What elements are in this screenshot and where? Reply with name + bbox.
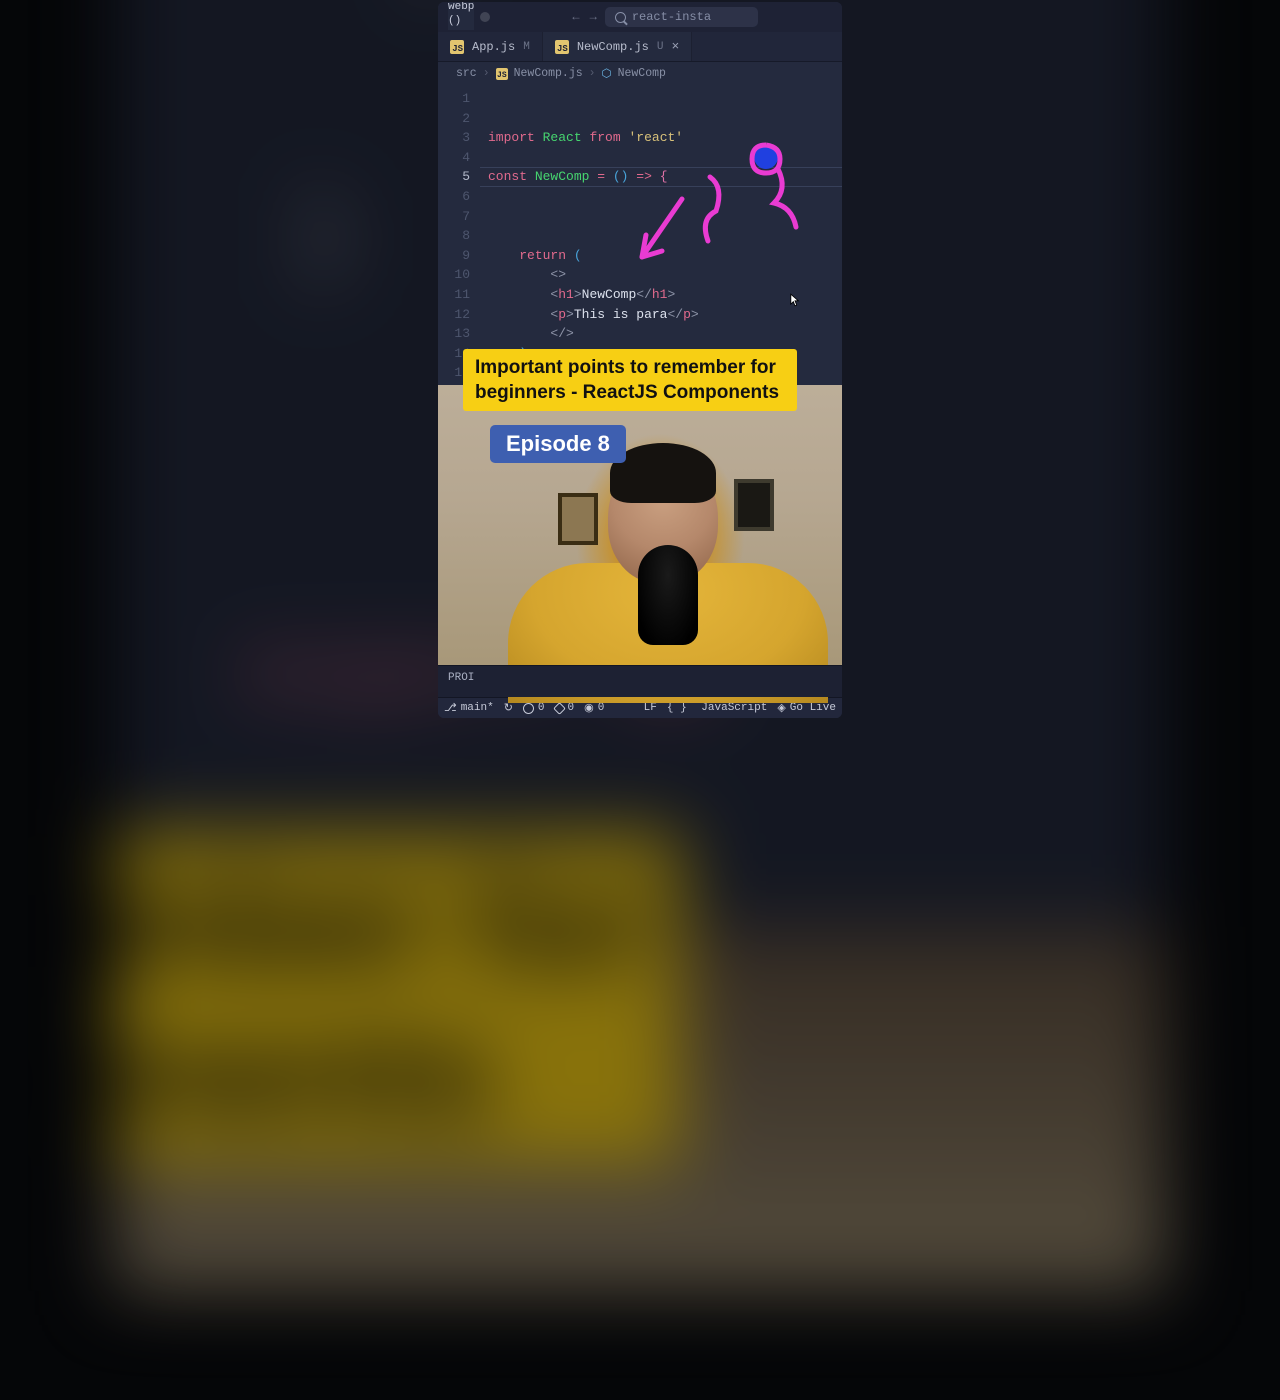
code-area[interactable]: import React from 'react' const NewComp … xyxy=(480,85,842,385)
language-mode[interactable]: { } JavaScript xyxy=(667,702,767,714)
search-icon xyxy=(615,12,626,23)
tab-status: M xyxy=(523,41,530,53)
go-live-button[interactable]: ◈ Go Live xyxy=(777,701,836,715)
radio-tower[interactable]: ◉ 0 xyxy=(584,701,604,715)
warnings-count[interactable]: 0 xyxy=(555,702,575,714)
react-component-icon: ⬡ xyxy=(602,66,612,81)
broadcast-icon: ◈ xyxy=(777,701,785,715)
breadcrumb-part[interactable]: NewComp.js xyxy=(514,67,583,80)
episode-badge: Episode 8 xyxy=(490,425,626,463)
radio-icon: ◉ xyxy=(584,701,594,715)
js-file-icon: JS xyxy=(496,68,508,80)
command-search[interactable]: react-insta xyxy=(605,7,758,27)
title-banner: Important points to remember for beginne… xyxy=(463,349,797,411)
errors-count[interactable]: 0 xyxy=(523,702,545,714)
nav-arrows[interactable]: ← → xyxy=(572,10,596,24)
code-editor[interactable]: 1234 5 6789 10111213 1415 import React f… xyxy=(438,85,842,385)
tab-app-js[interactable]: JS App.js M xyxy=(438,32,543,61)
webcam-overlay: Important points to remember for beginne… xyxy=(438,385,842,665)
js-file-icon: JS xyxy=(555,40,569,54)
panel-tabs[interactable]: PROI xyxy=(438,665,842,697)
tab-label: App.js xyxy=(472,40,515,54)
line-ending[interactable]: LF xyxy=(644,702,657,714)
warning-icon xyxy=(553,702,566,715)
terminal-output: Note To c webp () xyxy=(448,2,474,30)
tab-newcomp-js[interactable]: JS NewComp.js U × xyxy=(543,32,692,61)
search-placeholder: react-insta xyxy=(632,10,711,24)
nav-back-icon[interactable]: ← xyxy=(572,10,579,24)
tab-label: NewComp.js xyxy=(577,40,649,54)
git-branch[interactable]: main* xyxy=(444,701,494,715)
line-gutter: 1234 5 6789 10111213 1415 xyxy=(438,85,480,385)
titlebar: ← → react-insta xyxy=(438,2,842,32)
breadcrumb[interactable]: src › JS NewComp.js › ⬡ NewComp xyxy=(438,62,842,85)
close-icon[interactable]: × xyxy=(671,39,679,54)
panel-tab-problems[interactable]: PROI xyxy=(448,672,474,684)
nav-forward-icon[interactable]: → xyxy=(590,10,597,24)
breadcrumb-part[interactable]: src xyxy=(456,67,477,80)
breadcrumb-part[interactable]: NewComp xyxy=(618,67,666,80)
tab-bar: JS App.js M JS NewComp.js U × xyxy=(438,32,842,62)
branch-icon xyxy=(444,701,457,715)
tab-status: U xyxy=(657,41,664,53)
error-icon xyxy=(523,703,534,714)
js-file-icon: JS xyxy=(450,40,464,54)
editor-window: ← → react-insta JS App.js M JS NewComp.j… xyxy=(438,2,842,718)
sync-button[interactable]: ↻ xyxy=(504,701,513,715)
